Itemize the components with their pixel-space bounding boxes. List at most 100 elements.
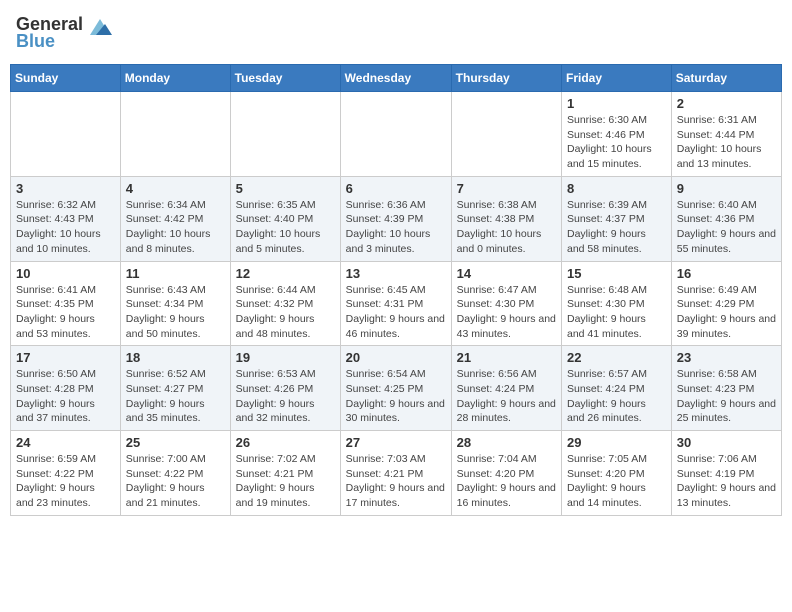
day-info: Sunrise: 6:52 AM Sunset: 4:27 PM Dayligh… <box>126 367 225 426</box>
day-number: 1 <box>567 96 666 111</box>
day-info: Sunrise: 6:59 AM Sunset: 4:22 PM Dayligh… <box>16 452 115 511</box>
weekday-header-row: SundayMondayTuesdayWednesdayThursdayFrid… <box>11 65 782 92</box>
calendar-cell: 3 Sunrise: 6:32 AM Sunset: 4:43 PM Daylig… <box>11 176 121 261</box>
calendar-cell <box>120 92 230 177</box>
calendar-cell: 27Sunrise: 7:03 AM Sunset: 4:21 PM Dayli… <box>340 431 451 516</box>
calendar-cell: 30 Sunrise: 7:06 AM Sunset: 4:19 PM Dayli… <box>671 431 781 516</box>
calendar-cell: 15 Sunrise: 6:48 AM Sunset: 4:30 PM Dayli… <box>562 261 672 346</box>
day-info: Sunrise: 6:56 AM Sunset: 4:24 PM Dayligh… <box>457 367 556 426</box>
day-number: 29 <box>567 435 666 450</box>
day-info: Sunrise: 6:30 AM Sunset: 4:46 PM Dayligh… <box>567 113 666 172</box>
day-info: Sunrise: 6:35 AM Sunset: 4:40 PM Dayligh… <box>236 198 335 257</box>
day-number: 10 <box>16 266 115 281</box>
week-row-3: 10 Sunrise: 6:41 AM Sunset: 4:35 PM Dayli… <box>11 261 782 346</box>
calendar-cell: 21 Sunrise: 6:56 AM Sunset: 4:24 PM Dayli… <box>451 346 561 431</box>
day-number: 17 <box>16 350 115 365</box>
calendar-cell <box>11 92 121 177</box>
day-info: Sunrise: 6:32 AM Sunset: 4:43 PM Dayligh… <box>16 198 115 257</box>
week-row-4: 17 Sunrise: 6:50 AM Sunset: 4:28 PM Dayli… <box>11 346 782 431</box>
day-info: Sunrise: 7:05 AM Sunset: 4:20 PM Dayligh… <box>567 452 666 511</box>
day-number: 5 <box>236 181 335 196</box>
weekday-header-thursday: Thursday <box>451 65 561 92</box>
calendar-cell: 1 Sunrise: 6:30 AM Sunset: 4:46 PM Daylig… <box>562 92 672 177</box>
day-number: 21 <box>457 350 556 365</box>
calendar-cell: 14Sunrise: 6:47 AM Sunset: 4:30 PM Dayli… <box>451 261 561 346</box>
calendar-cell: 25 Sunrise: 7:00 AM Sunset: 4:22 PM Dayli… <box>120 431 230 516</box>
day-number: 30 <box>677 435 776 450</box>
day-number: 24 <box>16 435 115 450</box>
day-info: Sunrise: 6:57 AM Sunset: 4:24 PM Dayligh… <box>567 367 666 426</box>
day-info: Sunrise: 6:38 AM Sunset: 4:38 PM Dayligh… <box>457 198 556 257</box>
calendar-cell: 24 Sunrise: 6:59 AM Sunset: 4:22 PM Dayli… <box>11 431 121 516</box>
calendar-cell <box>451 92 561 177</box>
logo-icon <box>86 15 114 35</box>
logo-blue: Blue <box>16 31 55 52</box>
day-number: 22 <box>567 350 666 365</box>
day-number: 26 <box>236 435 335 450</box>
day-info: Sunrise: 7:03 AM Sunset: 4:21 PM Dayligh… <box>346 452 446 511</box>
day-info: Sunrise: 7:04 AM Sunset: 4:20 PM Dayligh… <box>457 452 556 511</box>
calendar-cell: 17 Sunrise: 6:50 AM Sunset: 4:28 PM Dayli… <box>11 346 121 431</box>
day-number: 25 <box>126 435 225 450</box>
day-info: Sunrise: 6:36 AM Sunset: 4:39 PM Dayligh… <box>346 198 446 257</box>
calendar-cell: 28 Sunrise: 7:04 AM Sunset: 4:20 PM Dayli… <box>451 431 561 516</box>
day-number: 19 <box>236 350 335 365</box>
day-number: 3 <box>16 181 115 196</box>
day-info: Sunrise: 6:43 AM Sunset: 4:34 PM Dayligh… <box>126 283 225 342</box>
calendar-cell: 29 Sunrise: 7:05 AM Sunset: 4:20 PM Dayli… <box>562 431 672 516</box>
day-info: Sunrise: 6:40 AM Sunset: 4:36 PM Dayligh… <box>677 198 776 257</box>
weekday-header-wednesday: Wednesday <box>340 65 451 92</box>
day-number: 20 <box>346 350 446 365</box>
day-number: 7 <box>457 181 556 196</box>
day-number: 18 <box>126 350 225 365</box>
calendar-cell <box>340 92 451 177</box>
day-info: Sunrise: 6:45 AM Sunset: 4:31 PM Dayligh… <box>346 283 446 342</box>
calendar-cell: 22 Sunrise: 6:57 AM Sunset: 4:24 PM Dayli… <box>562 346 672 431</box>
day-info: Sunrise: 7:02 AM Sunset: 4:21 PM Dayligh… <box>236 452 335 511</box>
weekday-header-friday: Friday <box>562 65 672 92</box>
calendar-cell: 12 Sunrise: 6:44 AM Sunset: 4:32 PM Dayli… <box>230 261 340 346</box>
day-info: Sunrise: 6:39 AM Sunset: 4:37 PM Dayligh… <box>567 198 666 257</box>
day-info: Sunrise: 6:31 AM Sunset: 4:44 PM Dayligh… <box>677 113 776 172</box>
calendar-cell: 5 Sunrise: 6:35 AM Sunset: 4:40 PM Daylig… <box>230 176 340 261</box>
day-number: 28 <box>457 435 556 450</box>
calendar-cell: 20 Sunrise: 6:54 AM Sunset: 4:25 PM Dayli… <box>340 346 451 431</box>
calendar-cell: 9 Sunrise: 6:40 AM Sunset: 4:36 PM Daylig… <box>671 176 781 261</box>
day-number: 13 <box>346 266 446 281</box>
day-info: Sunrise: 6:34 AM Sunset: 4:42 PM Dayligh… <box>126 198 225 257</box>
calendar-cell: 4Sunrise: 6:34 AM Sunset: 4:42 PM Daylig… <box>120 176 230 261</box>
day-info: Sunrise: 6:44 AM Sunset: 4:32 PM Dayligh… <box>236 283 335 342</box>
calendar-cell: 16 Sunrise: 6:49 AM Sunset: 4:29 PM Dayli… <box>671 261 781 346</box>
calendar-cell: 11Sunrise: 6:43 AM Sunset: 4:34 PM Dayli… <box>120 261 230 346</box>
calendar-cell: 2Sunrise: 6:31 AM Sunset: 4:44 PM Daylig… <box>671 92 781 177</box>
day-info: Sunrise: 7:06 AM Sunset: 4:19 PM Dayligh… <box>677 452 776 511</box>
day-info: Sunrise: 6:48 AM Sunset: 4:30 PM Dayligh… <box>567 283 666 342</box>
calendar-cell: 23 Sunrise: 6:58 AM Sunset: 4:23 PM Dayli… <box>671 346 781 431</box>
day-info: Sunrise: 6:53 AM Sunset: 4:26 PM Dayligh… <box>236 367 335 426</box>
day-info: Sunrise: 6:47 AM Sunset: 4:30 PM Dayligh… <box>457 283 556 342</box>
day-number: 8 <box>567 181 666 196</box>
logo: General Blue <box>16 14 114 52</box>
calendar-table: SundayMondayTuesdayWednesdayThursdayFrid… <box>10 64 782 516</box>
calendar-cell: 26 Sunrise: 7:02 AM Sunset: 4:21 PM Dayli… <box>230 431 340 516</box>
calendar-cell: 8 Sunrise: 6:39 AM Sunset: 4:37 PM Daylig… <box>562 176 672 261</box>
week-row-1: 1 Sunrise: 6:30 AM Sunset: 4:46 PM Daylig… <box>11 92 782 177</box>
day-number: 9 <box>677 181 776 196</box>
day-number: 23 <box>677 350 776 365</box>
day-number: 6 <box>346 181 446 196</box>
day-info: Sunrise: 6:58 AM Sunset: 4:23 PM Dayligh… <box>677 367 776 426</box>
day-info: Sunrise: 7:00 AM Sunset: 4:22 PM Dayligh… <box>126 452 225 511</box>
calendar-cell: 10 Sunrise: 6:41 AM Sunset: 4:35 PM Dayli… <box>11 261 121 346</box>
day-number: 15 <box>567 266 666 281</box>
day-info: Sunrise: 6:49 AM Sunset: 4:29 PM Dayligh… <box>677 283 776 342</box>
day-number: 16 <box>677 266 776 281</box>
day-number: 12 <box>236 266 335 281</box>
calendar-cell: 18 Sunrise: 6:52 AM Sunset: 4:27 PM Dayli… <box>120 346 230 431</box>
calendar-cell: 13 Sunrise: 6:45 AM Sunset: 4:31 PM Dayli… <box>340 261 451 346</box>
calendar-cell: 7 Sunrise: 6:38 AM Sunset: 4:38 PM Daylig… <box>451 176 561 261</box>
weekday-header-sunday: Sunday <box>11 65 121 92</box>
day-info: Sunrise: 6:41 AM Sunset: 4:35 PM Dayligh… <box>16 283 115 342</box>
day-info: Sunrise: 6:50 AM Sunset: 4:28 PM Dayligh… <box>16 367 115 426</box>
weekday-header-monday: Monday <box>120 65 230 92</box>
day-info: Sunrise: 6:54 AM Sunset: 4:25 PM Dayligh… <box>346 367 446 426</box>
